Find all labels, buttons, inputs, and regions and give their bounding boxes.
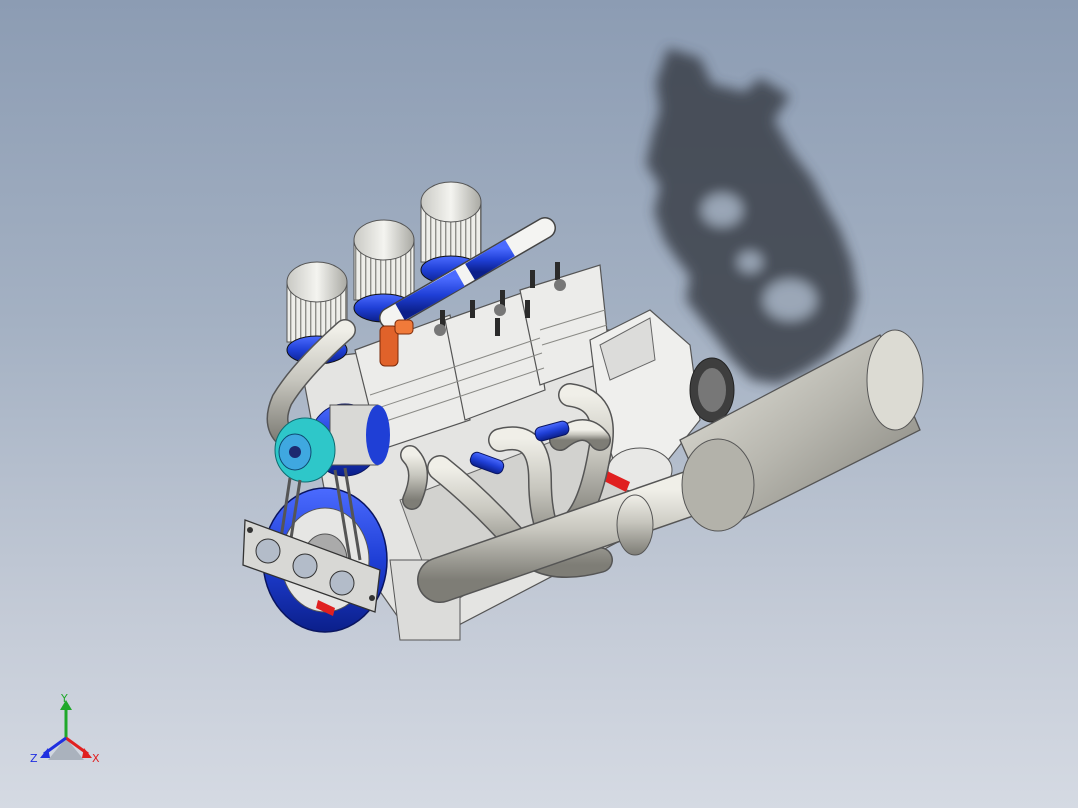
triad-y-label: Y	[60, 694, 68, 705]
engine-model-view[interactable]	[0, 0, 1078, 808]
triad-z-label: Z	[30, 752, 38, 765]
cad-viewport[interactable]: Y X Z	[0, 0, 1078, 808]
triad-x-label: X	[92, 752, 100, 765]
orientation-triad[interactable]: Y X Z	[26, 694, 106, 774]
alternator-pulley[interactable]	[274, 417, 336, 483]
